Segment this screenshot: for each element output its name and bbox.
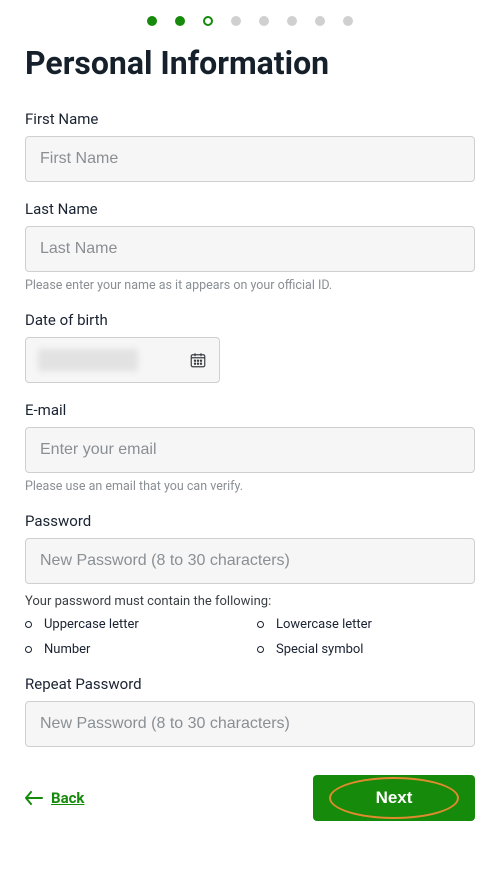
req-special: Special symbol <box>257 642 475 657</box>
form-nav: Back Next <box>25 775 475 821</box>
dob-label: Date of birth <box>25 311 475 329</box>
dob-input[interactable] <box>25 337 220 383</box>
back-label: Back <box>51 789 84 807</box>
password-label: Password <box>25 512 475 530</box>
last-name-helper: Please enter your name as it appears on … <box>25 278 475 293</box>
email-field: E-mail Please use an email that you can … <box>25 401 475 494</box>
first-name-field: First Name <box>25 110 475 182</box>
password-field: Password Your password must contain the … <box>25 512 475 657</box>
step-dot <box>175 16 185 26</box>
step-dot <box>259 16 269 26</box>
step-dot <box>287 16 297 26</box>
calendar-icon[interactable] <box>189 351 207 369</box>
arrow-left-icon <box>25 791 43 805</box>
password-input[interactable] <box>25 538 475 584</box>
dob-field: Date of birth <box>25 311 475 383</box>
req-lowercase: Lowercase letter <box>257 617 475 632</box>
req-uppercase: Uppercase letter <box>25 617 243 632</box>
email-input[interactable] <box>25 427 475 473</box>
password-reqs-title: Your password must contain the following… <box>25 594 475 609</box>
step-dot <box>343 16 353 26</box>
dob-value-masked <box>38 349 138 371</box>
repeat-password-label: Repeat Password <box>25 675 475 693</box>
email-label: E-mail <box>25 401 475 419</box>
step-dot <box>231 16 241 26</box>
next-button[interactable]: Next <box>313 775 475 821</box>
back-link[interactable]: Back <box>25 789 84 807</box>
page-title: Personal Information <box>25 44 475 82</box>
repeat-password-input[interactable] <box>25 701 475 747</box>
step-dot <box>315 16 325 26</box>
first-name-input[interactable] <box>25 136 475 182</box>
repeat-password-field: Repeat Password <box>25 675 475 747</box>
req-number: Number <box>25 642 243 657</box>
last-name-input[interactable] <box>25 226 475 272</box>
step-dot <box>203 16 213 26</box>
progress-stepper <box>25 16 475 26</box>
last-name-label: Last Name <box>25 200 475 218</box>
step-dot <box>147 16 157 26</box>
first-name-label: First Name <box>25 110 475 128</box>
password-requirements: Your password must contain the following… <box>25 594 475 657</box>
email-helper: Please use an email that you can verify. <box>25 479 475 494</box>
last-name-field: Last Name Please enter your name as it a… <box>25 200 475 293</box>
